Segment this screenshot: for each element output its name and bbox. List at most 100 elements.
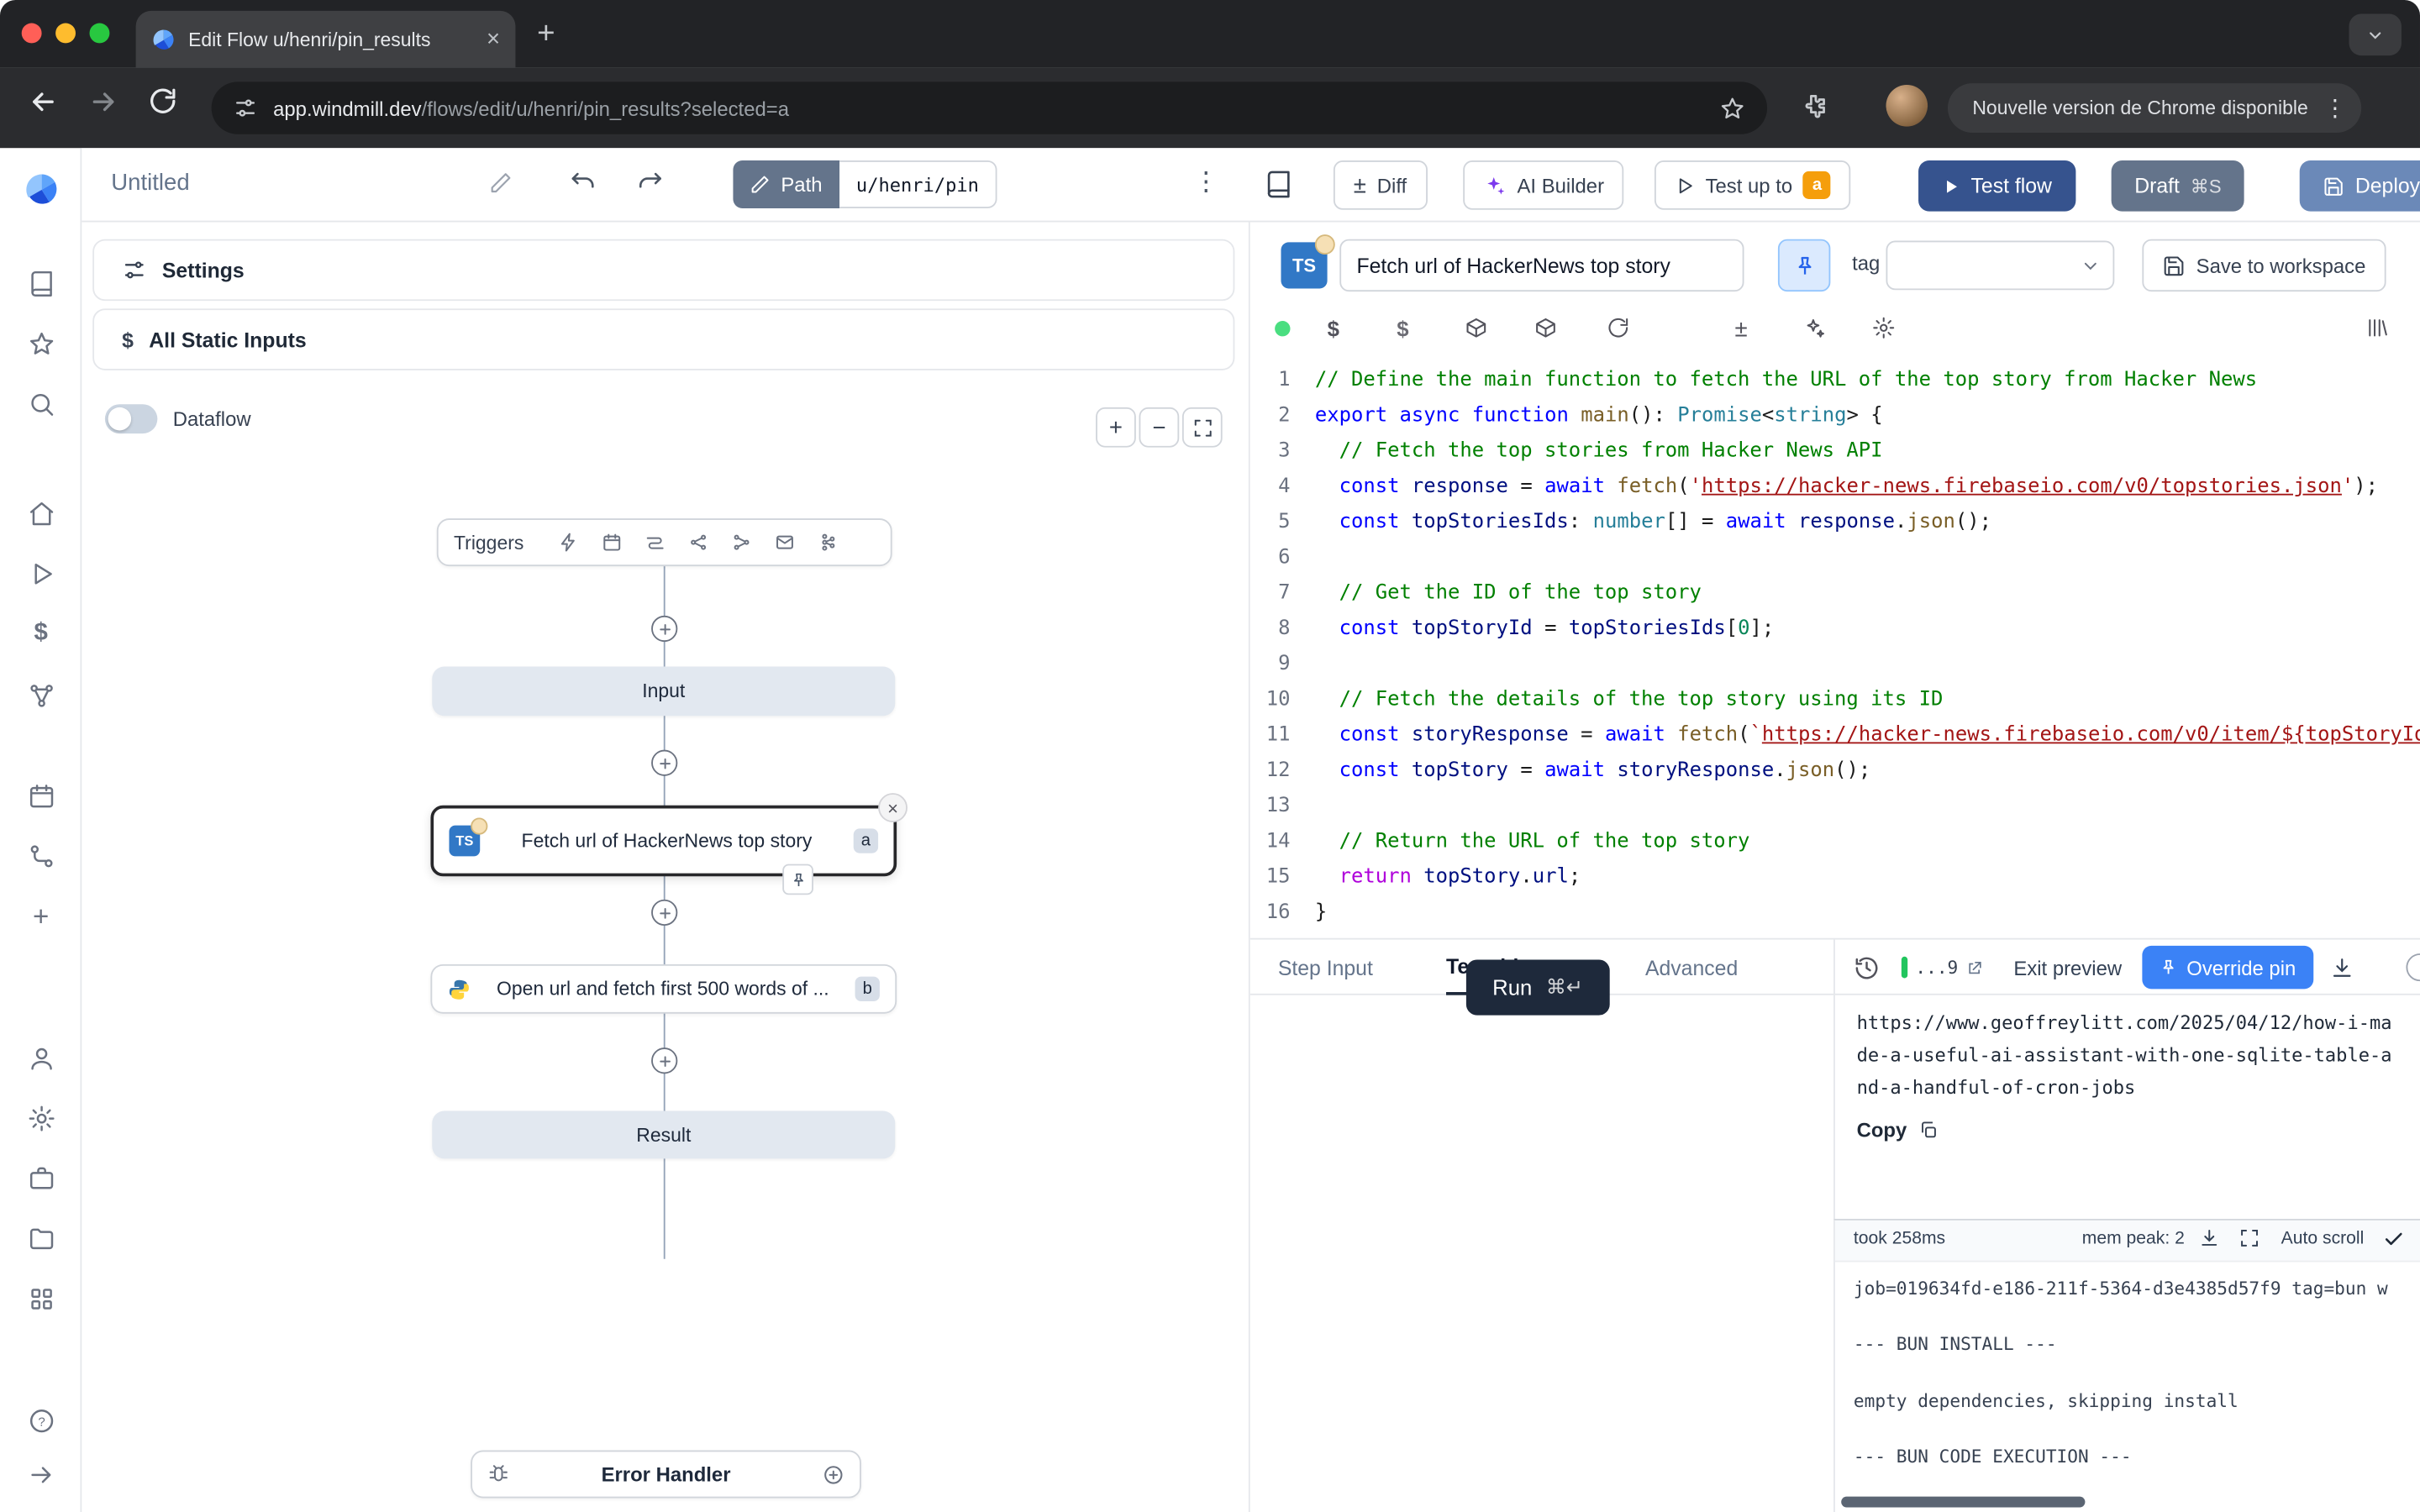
rename-pencil-icon[interactable] (489, 171, 513, 195)
resources-icon[interactable] (0, 673, 82, 719)
code-editor[interactable]: 1// Define the main function to fetch th… (1250, 358, 2420, 938)
more-icon[interactable] (2406, 953, 2420, 981)
kafka-trigger-icon[interactable] (818, 533, 839, 553)
browser-tab[interactable]: Edit Flow u/henri/pin_results × (136, 11, 516, 68)
exit-preview-button[interactable]: Exit preview (2013, 956, 2122, 979)
diff-mode-icon[interactable]: ± (1734, 317, 1747, 343)
insert-step-icon[interactable] (651, 900, 677, 926)
package-icon[interactable] (1534, 317, 1558, 340)
log-horizontal-scrollbar[interactable] (1841, 1497, 2085, 1508)
site-info-icon[interactable] (233, 96, 257, 120)
windmill-logo[interactable] (0, 166, 82, 213)
apps-grid-icon[interactable] (0, 1276, 82, 1322)
ai-assist-icon[interactable] (1802, 317, 1826, 340)
pin-button[interactable] (1778, 239, 1830, 291)
test-up-to-button[interactable]: Test up to a (1655, 160, 1851, 210)
user-icon[interactable] (0, 1035, 82, 1081)
download-logs-icon[interactable] (2199, 1228, 2219, 1248)
copy-button[interactable]: Copy (1857, 1119, 2399, 1142)
flow-settings-row[interactable]: Settings (92, 239, 1234, 301)
test-flow-button[interactable]: Test flow (1918, 160, 2075, 212)
result-url[interactable]: https://www.geoffreylitt.com/2025/04/12/… (1857, 1007, 2401, 1105)
address-bar[interactable]: app.windmill.dev/flows/edit/u/henri/pin_… (212, 81, 1767, 134)
bookmark-star-icon[interactable] (1719, 95, 1745, 121)
search-icon[interactable] (0, 381, 82, 428)
favorites-star-icon[interactable] (0, 321, 82, 367)
collapse-rail-icon[interactable] (0, 1452, 82, 1498)
run-button[interactable]: Run ⌘↵ (1466, 959, 1609, 1015)
deploy-button[interactable]: Deploy (2300, 160, 2420, 212)
flows-branch-icon[interactable] (0, 833, 82, 879)
resources-picker-icon[interactable]: $ (1397, 317, 1408, 341)
step-node-a[interactable]: TS Fetch url of HackerNews top story a × (430, 806, 897, 876)
new-tab-button[interactable]: + (537, 14, 555, 55)
docs-icon[interactable] (0, 260, 82, 307)
reload-icon[interactable] (148, 87, 177, 116)
folders-icon[interactable] (0, 1215, 82, 1262)
path-control[interactable]: Path u/henri/pin (733, 160, 997, 208)
insert-step-icon[interactable] (651, 750, 677, 776)
open-external-icon[interactable] (1965, 959, 1982, 976)
forward-icon[interactable] (88, 87, 119, 118)
step-title-input[interactable] (1339, 239, 1744, 291)
zoom-out-button[interactable]: − (1139, 407, 1180, 448)
history-icon[interactable] (1854, 954, 1880, 980)
variables-picker-icon[interactable]: $ (1328, 317, 1339, 341)
download-result-icon[interactable] (2330, 956, 2354, 979)
postgres-trigger-icon[interactable] (732, 533, 752, 553)
tab-search-button[interactable] (2349, 14, 2402, 56)
schedule-trigger-icon[interactable] (602, 533, 623, 553)
remove-step-icon[interactable]: × (878, 793, 908, 822)
profile-avatar[interactable] (1886, 85, 1928, 127)
override-pin-button[interactable]: Override pin (2142, 946, 2313, 989)
email-trigger-icon[interactable] (776, 533, 796, 553)
http-route-icon[interactable] (645, 533, 666, 553)
runs-icon[interactable] (0, 551, 82, 597)
add-icon[interactable]: + (0, 893, 82, 939)
window-minimize-button[interactable] (55, 24, 76, 44)
tab-advanced[interactable]: Advanced (1645, 940, 1738, 995)
variables-icon[interactable]: $ (0, 611, 82, 657)
ai-builder-button[interactable]: AI Builder (1463, 160, 1624, 210)
insert-step-icon[interactable] (651, 616, 677, 642)
pin-indicator-icon[interactable] (782, 864, 813, 895)
input-node[interactable]: Input (432, 666, 895, 716)
auto-scroll-checkbox[interactable] (2383, 1228, 2405, 1250)
add-error-handler-icon[interactable] (823, 1463, 844, 1485)
redo-icon[interactable] (636, 168, 664, 196)
triggers-node[interactable]: Triggers (437, 518, 892, 566)
package-icon[interactable] (1465, 317, 1488, 340)
workers-icon[interactable] (0, 1156, 82, 1202)
step-node-b[interactable]: Open url and fetch first 500 words of ..… (430, 964, 897, 1014)
error-handler-node[interactable]: Error Handler (471, 1451, 861, 1499)
websocket-icon[interactable] (689, 533, 709, 553)
fit-view-button[interactable] (1182, 407, 1223, 448)
path-value[interactable]: u/henri/pin (839, 160, 997, 208)
back-icon[interactable] (28, 87, 59, 118)
browser-menu-icon[interactable]: ⋮ (2323, 94, 2347, 122)
result-node[interactable]: Result (432, 1110, 895, 1158)
insert-step-icon[interactable] (651, 1047, 677, 1074)
tab-step-input[interactable]: Step Input (1278, 940, 1373, 995)
job-id-badge[interactable]: ...9 (1892, 950, 1992, 984)
all-static-inputs-row[interactable]: $ All Static Inputs (92, 308, 1234, 370)
dataflow-toggle[interactable] (105, 404, 157, 433)
webhook-icon[interactable] (560, 533, 580, 553)
reload-script-icon[interactable] (1607, 317, 1630, 340)
log-text[interactable]: job=019634fd-e186-211f-5364-d3e4385d57f9… (1835, 1262, 2420, 1483)
zoom-in-button[interactable]: + (1096, 407, 1136, 448)
home-icon[interactable] (0, 491, 82, 537)
expand-logs-icon[interactable] (2239, 1228, 2260, 1248)
draft-button[interactable]: Draft ⌘S (2112, 160, 2244, 212)
flow-name[interactable]: Untitled (111, 170, 189, 196)
editor-settings-icon[interactable] (1872, 317, 1896, 340)
help-icon[interactable]: ? (0, 1398, 82, 1444)
library-panel-icon[interactable] (2366, 317, 2390, 340)
extensions-icon[interactable] (1800, 92, 1828, 120)
settings-gear-icon[interactable] (0, 1095, 82, 1142)
more-options-icon[interactable]: ⋮ (1193, 166, 1219, 197)
window-zoom-button[interactable] (90, 24, 110, 44)
diff-button[interactable]: ± Diff (1334, 160, 1427, 210)
docs-book-icon[interactable] (1264, 170, 1293, 199)
schedules-icon[interactable] (0, 773, 82, 819)
